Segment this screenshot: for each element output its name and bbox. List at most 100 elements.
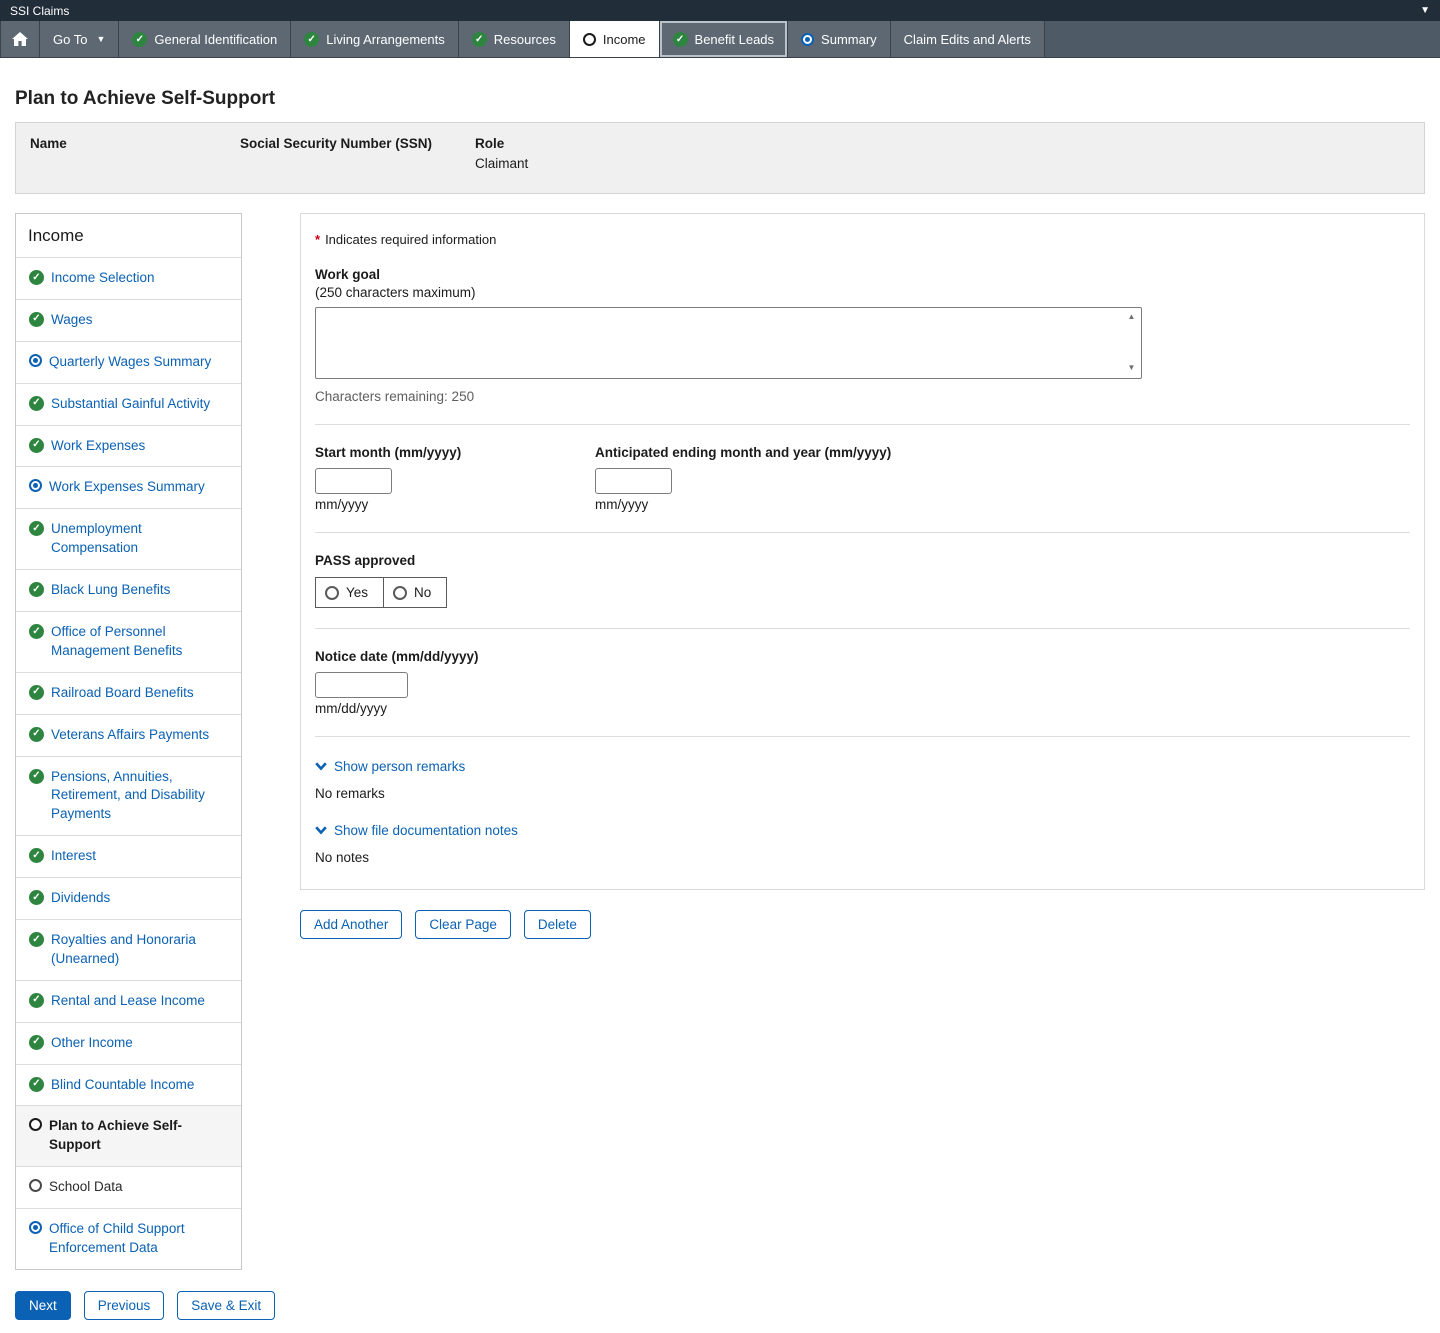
- show-person-remarks-toggle[interactable]: Show person remarks: [315, 759, 1410, 774]
- open-circle-icon: [583, 33, 596, 46]
- sidebar-title: Income: [16, 214, 241, 257]
- divider: [315, 532, 1410, 533]
- goto-label: Go To: [53, 32, 87, 47]
- page-title: Plan to Achieve Self-Support: [15, 88, 1440, 110]
- sidebar-item-label: Quarterly Wages Summary: [49, 353, 211, 372]
- sidebar-item-work-expenses[interactable]: ✓ Work Expenses: [16, 425, 241, 467]
- save-exit-button[interactable]: Save & Exit: [177, 1291, 275, 1320]
- target-circle-icon: [801, 33, 814, 46]
- income-sidebar: Income ✓Income Selection✓Wages Quarterly …: [15, 213, 242, 1270]
- yes-option-label: Yes: [346, 585, 368, 600]
- tab-claim-edits-and-alerts[interactable]: Claim Edits and Alerts: [891, 21, 1045, 57]
- open-circle-icon: [29, 1118, 42, 1131]
- app-menu-caret-icon[interactable]: ▼: [1420, 5, 1430, 16]
- sidebar-item-label: Office of Personnel Management Benefits: [51, 623, 231, 661]
- sidebar-item-label: Interest: [51, 847, 96, 866]
- tab-general-identification[interactable]: ✓General Identification: [119, 21, 291, 57]
- sidebar-item-income-selection[interactable]: ✓Income Selection: [16, 257, 241, 299]
- chevron-down-icon: [315, 826, 327, 835]
- tab-income[interactable]: Income: [570, 21, 660, 57]
- start-month-input[interactable]: [315, 468, 392, 494]
- sidebar-item-office-of-child-support-enforcement-data[interactable]: Office of Child Support Enforcement Data: [16, 1208, 241, 1269]
- nav-tabs: ✓General Identification ✓ Living Arrangeme…: [119, 21, 1044, 57]
- check-circle-icon: ✓: [29, 624, 44, 639]
- no-option-label: No: [414, 585, 431, 600]
- check-circle-icon: ✓: [29, 438, 44, 453]
- scroll-up-icon[interactable]: ▲: [1125, 311, 1138, 323]
- goto-dropdown[interactable]: Go To ▼: [40, 21, 119, 57]
- notice-date-input[interactable]: [315, 672, 408, 698]
- sidebar-item-royalties-and-honoraria-unearned[interactable]: ✓Royalties and Honoraria (Unearned): [16, 919, 241, 980]
- next-button[interactable]: Next: [15, 1291, 71, 1320]
- sidebar-item-quarterly-wages-summary[interactable]: Quarterly Wages Summary: [16, 341, 241, 383]
- divider: [315, 424, 1410, 425]
- clear-page-button[interactable]: Clear Page: [415, 910, 511, 939]
- sidebar-item-substantial-gainful-activity[interactable]: ✓Substantial Gainful Activity: [16, 383, 241, 425]
- check-circle-icon: ✓: [29, 993, 44, 1008]
- check-circle-icon: ✓: [472, 32, 487, 47]
- sidebar-item-railroad-board-benefits[interactable]: ✓ Railroad Board Benefits: [16, 672, 241, 714]
- sidebar-item-school-data[interactable]: School Data: [16, 1166, 241, 1208]
- check-circle-icon: ✓: [29, 848, 44, 863]
- home-button[interactable]: [0, 21, 40, 57]
- pass-approved-yes-option[interactable]: Yes: [316, 578, 383, 607]
- sidebar-item-rental-and-lease-income[interactable]: ✓ Rental and Lease Income: [16, 980, 241, 1022]
- sidebar-item-label: Other Income: [51, 1034, 133, 1053]
- check-circle-icon: ✓: [304, 32, 319, 47]
- characters-remaining: Characters remaining: 250: [315, 389, 1410, 404]
- tab-summary[interactable]: Summary: [788, 21, 891, 57]
- sidebar-item-label: Work Expenses: [51, 437, 145, 456]
- previous-button[interactable]: Previous: [84, 1291, 165, 1320]
- scroll-down-icon[interactable]: ▼: [1125, 362, 1138, 374]
- sidebar-item-label: Dividends: [51, 889, 110, 908]
- show-file-notes-toggle[interactable]: Show file documentation notes: [315, 823, 1410, 838]
- person-header: Name Social Security Number (SSN) Role C…: [15, 122, 1425, 194]
- check-circle-icon: ✓: [29, 1077, 44, 1092]
- sidebar-item-veterans-affairs-payments[interactable]: ✓Veterans Affairs Payments: [16, 714, 241, 756]
- work-goal-textarea[interactable]: [315, 307, 1142, 379]
- show-file-notes-label: Show file documentation notes: [334, 823, 518, 838]
- sidebar-item-dividends[interactable]: ✓ Dividends: [16, 877, 241, 919]
- check-circle-icon: ✓: [29, 769, 44, 784]
- sidebar-item-black-lung-benefits[interactable]: ✓Black Lung Benefits: [16, 569, 241, 611]
- tab-benefit-leads[interactable]: ✓Benefit Leads: [660, 21, 789, 57]
- radio-icon: [393, 586, 407, 600]
- delete-button[interactable]: Delete: [524, 910, 591, 939]
- sidebar-item-label: Rental and Lease Income: [51, 992, 205, 1011]
- end-month-label: Anticipated ending month and year (mm/yy…: [595, 445, 891, 460]
- sidebar-item-label: Work Expenses Summary: [49, 478, 205, 497]
- pass-form-panel: *Indicates required information Work goa…: [300, 213, 1425, 890]
- check-circle-icon: ✓: [29, 312, 44, 327]
- open-circle-icon: [29, 1179, 42, 1192]
- tab-resources[interactable]: ✓Resources: [459, 21, 570, 57]
- sidebar-item-wages[interactable]: ✓Wages: [16, 299, 241, 341]
- tab-label: Living Arrangements: [326, 32, 445, 47]
- pass-approved-no-option[interactable]: No: [383, 578, 446, 607]
- sidebar-item-blind-countable-income[interactable]: ✓Blind Countable Income: [16, 1064, 241, 1106]
- start-month-label: Start month (mm/yyyy): [315, 445, 595, 460]
- file-notes-empty-text: No notes: [315, 850, 1410, 865]
- target-circle-icon: [29, 354, 42, 367]
- app-header: SSI Claims ▼: [0, 0, 1440, 21]
- tab-living-arrangements[interactable]: ✓ Living Arrangements: [291, 21, 459, 57]
- check-circle-icon: ✓: [673, 32, 688, 47]
- check-circle-icon: ✓: [29, 396, 44, 411]
- add-another-button[interactable]: Add Another: [300, 910, 402, 939]
- required-asterisk: *: [315, 232, 320, 247]
- sidebar-item-pensions-annuities-retirement-and-disability-payments[interactable]: ✓Pensions, Annuities, Retirement, and Di…: [16, 756, 241, 836]
- check-circle-icon: ✓: [29, 890, 44, 905]
- pass-approved-radio-group: Yes No: [315, 577, 447, 608]
- role-value: Claimant: [475, 156, 1410, 171]
- sidebar-item-office-of-personnel-management-benefits[interactable]: ✓ Office of Personnel Management Benefits: [16, 611, 241, 672]
- sidebar-item-plan-to-achieve-self-support[interactable]: Plan to Achieve Self-Support: [16, 1105, 241, 1166]
- end-month-format-hint: mm/yyyy: [595, 497, 891, 512]
- sidebar-item-work-expenses-summary[interactable]: Work Expenses Summary: [16, 466, 241, 508]
- end-month-input[interactable]: [595, 468, 672, 494]
- sidebar-item-interest[interactable]: ✓ Interest: [16, 835, 241, 877]
- notice-date-format-hint: mm/dd/yyyy: [315, 701, 1410, 716]
- check-circle-icon: ✓: [29, 685, 44, 700]
- sidebar-item-label: Railroad Board Benefits: [51, 684, 194, 703]
- pass-approved-label: PASS approved: [315, 553, 1410, 568]
- sidebar-item-unemployment-compensation[interactable]: ✓Unemployment Compensation: [16, 508, 241, 569]
- sidebar-item-other-income[interactable]: ✓Other Income: [16, 1022, 241, 1064]
